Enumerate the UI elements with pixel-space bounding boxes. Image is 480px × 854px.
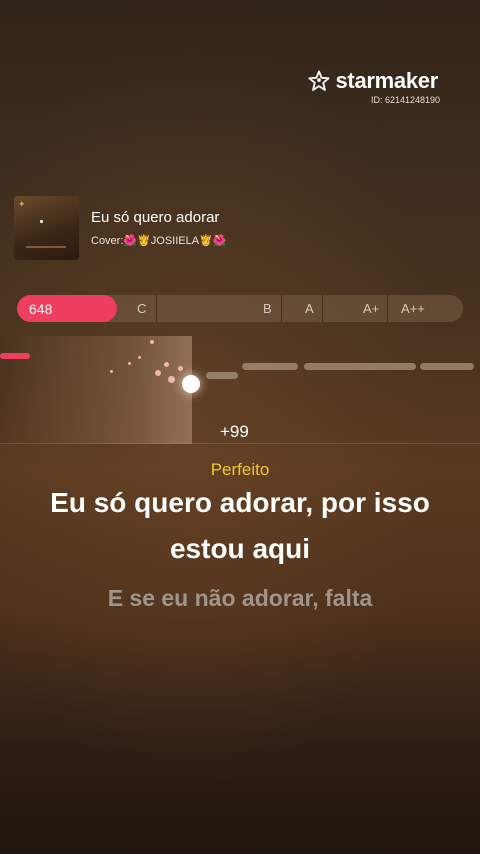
grade-a-plus-plus: A++ (401, 301, 425, 316)
pitch-note (420, 363, 474, 370)
current-lyric: Eu só quero adorar, por isso estou aqui (50, 487, 430, 564)
pitch-track: +99 (0, 336, 480, 444)
brand-logo: starmaker (307, 68, 439, 94)
grade-a: A (305, 301, 314, 316)
pitch-indicator (0, 353, 30, 359)
pitch-note (206, 372, 238, 379)
pitch-cursor (182, 375, 200, 393)
spark-particle (168, 376, 175, 383)
score-value: 648 (29, 301, 53, 317)
brand-name: starmaker (335, 68, 439, 93)
star-person-icon (307, 70, 330, 91)
spark-particle (155, 370, 161, 376)
spark-particle (178, 366, 183, 371)
spark-particle (128, 362, 131, 365)
song-text: Eu só quero adorar Cover:🌺👸JOSIIELA👸🌺 (91, 209, 226, 247)
pitch-note (304, 363, 416, 370)
spark-particle (164, 362, 169, 367)
spark-particle (138, 356, 141, 359)
rating-label: Perfeito (210, 460, 270, 479)
grade-c: C (137, 301, 147, 316)
song-info: ✦ Eu só quero adorar Cover:🌺👸JOSIIELA👸🌺 (14, 196, 226, 260)
pitch-baseline (0, 443, 480, 444)
next-lyric: E se eu não adorar, falta (107, 585, 373, 611)
user-id: ID: 62141248190 (370, 95, 440, 105)
pitch-note (242, 363, 298, 370)
grade-a-plus: A+ (363, 301, 380, 316)
score-progress-bar: 648 C B A A+ A++ (17, 295, 463, 322)
song-cover-credit: Cover:🌺👸JOSIIELA👸🌺 (91, 235, 227, 247)
grade-b: B (263, 301, 272, 316)
pitch-history (0, 336, 192, 444)
song-title: Eu só quero adorar (91, 209, 220, 226)
bonus-points: +99 (220, 422, 249, 441)
album-cover-image[interactable]: ✦ (14, 196, 79, 260)
spark-particle (150, 340, 154, 344)
spark-particle (110, 370, 113, 373)
